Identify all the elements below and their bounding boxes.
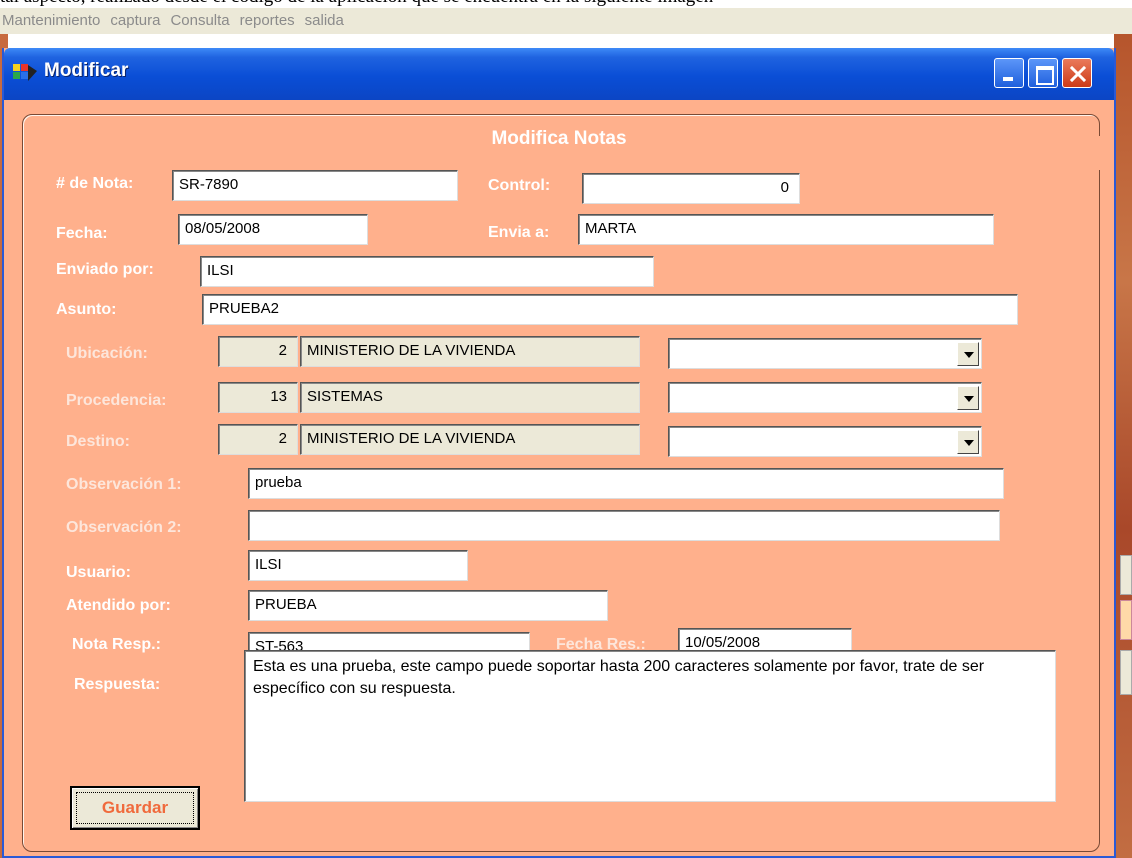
ubicacion-label: Ubicación:	[66, 345, 148, 362]
nota-field[interactable]: SR-7890	[172, 170, 458, 201]
close-button[interactable]	[1062, 58, 1092, 88]
observacion2-label: Observación 2:	[66, 519, 182, 536]
asunto-label: Asunto:	[56, 301, 117, 318]
maximize-button[interactable]	[1028, 58, 1058, 88]
destino-select[interactable]	[668, 426, 982, 457]
usuario-field[interactable]: ILSI	[248, 550, 468, 581]
chevron-down-icon[interactable]	[957, 430, 979, 454]
destino-code-field[interactable]: 2	[218, 424, 298, 455]
enviado-por-field[interactable]: ILSI	[200, 256, 654, 287]
nota-resp-label: Nota Resp.:	[72, 636, 161, 653]
atendido-por-label: Atendido por:	[66, 597, 171, 614]
atendido-por-field[interactable]: PRUEBA	[248, 590, 608, 621]
menu-item-mantenimiento[interactable]: Mantenimiento	[0, 8, 106, 34]
procedencia-code-field[interactable]: 13	[218, 382, 298, 413]
background-window-edge	[1120, 650, 1132, 695]
envia-a-field[interactable]: MARTA	[578, 214, 994, 245]
guardar-button[interactable]: Guardar	[70, 786, 200, 830]
fecha-label: Fecha:	[56, 225, 108, 242]
minimize-button[interactable]	[994, 58, 1024, 88]
enviado-por-label: Enviado por:	[56, 261, 154, 278]
envia-a-label: Envia a:	[488, 224, 550, 241]
procedencia-name-field[interactable]: SISTEMAS	[300, 382, 640, 413]
ubicacion-select[interactable]	[668, 338, 982, 369]
clipped-text-line: tal aspecto, realizado desde el código d…	[0, 0, 1132, 8]
respuesta-textarea[interactable]: Esta es una prueba, este campo puede sop…	[244, 650, 1056, 802]
window-title: Modificar	[44, 60, 129, 81]
usuario-label: Usuario:	[66, 564, 131, 581]
destino-label: Destino:	[66, 433, 130, 450]
observacion1-label: Observación 1:	[66, 476, 182, 493]
ubicacion-name-field[interactable]: MINISTERIO DE LA VIVIENDA	[300, 336, 640, 367]
menubar: Mantenimiento captura Consulta reportes …	[0, 8, 1132, 34]
procedencia-select[interactable]	[668, 382, 982, 413]
window-titlebar[interactable]: Modificar	[4, 48, 1114, 100]
background-window-edge	[1120, 600, 1132, 640]
form-title: Modifica Notas	[491, 128, 627, 149]
control-label: Control:	[488, 177, 551, 194]
asunto-field[interactable]: PRUEBA2	[202, 294, 1018, 325]
menu-item-consulta[interactable]: Consulta	[168, 8, 235, 34]
app-window-icon	[13, 64, 37, 81]
chevron-down-icon[interactable]	[957, 386, 979, 410]
menu-item-reportes[interactable]: reportes	[238, 8, 301, 34]
respuesta-label: Respuesta:	[74, 676, 161, 693]
screen: tal aspecto, realizado desde el código d…	[0, 0, 1132, 858]
background-right	[1114, 34, 1132, 858]
background-window-edge	[1120, 555, 1132, 595]
fecha-field[interactable]: 08/05/2008	[178, 214, 368, 245]
focus-outline	[76, 792, 194, 824]
observacion2-field[interactable]	[248, 510, 1000, 541]
nota-label: # de Nota:	[56, 175, 134, 192]
close-icon	[1069, 65, 1087, 83]
procedencia-label: Procedencia:	[66, 392, 167, 409]
ubicacion-code-field[interactable]: 2	[218, 336, 298, 367]
chevron-down-icon[interactable]	[957, 342, 979, 366]
menu-item-salida[interactable]: salida	[303, 8, 350, 34]
destino-name-field[interactable]: MINISTERIO DE LA VIVIENDA	[300, 424, 640, 455]
observacion1-field[interactable]: prueba	[248, 468, 1004, 499]
menu-item-captura[interactable]: captura	[108, 8, 166, 34]
control-field[interactable]: 0	[582, 173, 800, 204]
